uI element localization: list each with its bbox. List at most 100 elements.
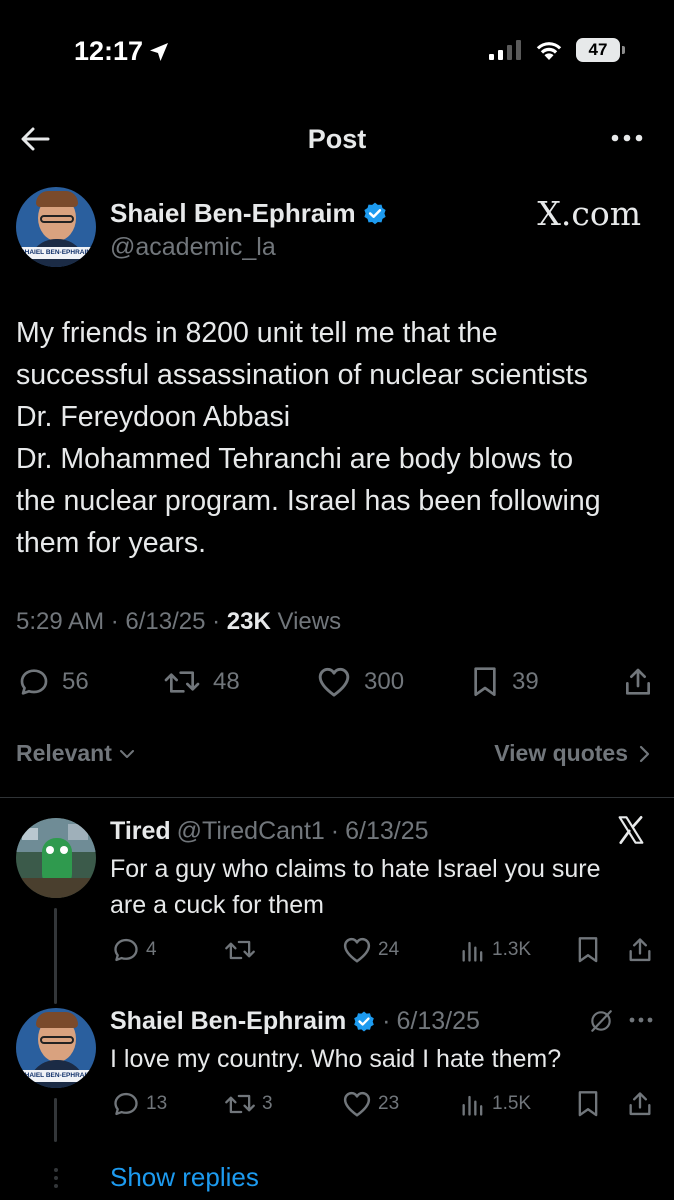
analytics-bars-icon — [462, 1095, 483, 1116]
chevron-down-icon — [119, 749, 134, 758]
reply-views-button[interactable]: 1.5K — [460, 1090, 531, 1118]
repost-icon — [164, 671, 200, 693]
grok-icon[interactable] — [588, 1008, 614, 1034]
like-button[interactable]: 300 — [316, 666, 404, 698]
reply-date[interactable]: 6/13/25 — [397, 1007, 480, 1036]
reply-header: Shaiel Ben-Ephraim · 6/13/25 — [110, 1007, 480, 1036]
more-dots-icon — [629, 1017, 653, 1023]
chevron-right-icon — [639, 745, 650, 762]
section-divider — [0, 797, 674, 798]
verified-badge-icon — [354, 1011, 374, 1031]
bookmark-button[interactable]: 39 — [470, 666, 539, 698]
reply-bubble-icon — [114, 1092, 138, 1116]
reply-repost-button[interactable] — [224, 936, 262, 964]
post-time[interactable]: 5:29 AM — [16, 608, 104, 635]
status-time-text: 12:17 — [74, 36, 144, 66]
repost-button[interactable]: 48 — [163, 666, 240, 698]
reply-bookmark-button[interactable] — [576, 1090, 600, 1118]
reply-text-line: For a guy who claims to hate Israel you … — [110, 855, 601, 883]
reply-share-button[interactable] — [626, 936, 654, 964]
reply-text-line: are a cuck for them — [110, 891, 324, 919]
reply-author-name[interactable]: Shaiel Ben-Ephraim — [110, 1007, 346, 1036]
author-name-row[interactable]: Shaiel Ben-Ephraim — [110, 198, 388, 229]
x-brand-watermark: X.com — [537, 194, 641, 233]
reply-reply-count: 13 — [146, 1093, 168, 1114]
reply-bubble-icon — [20, 669, 48, 695]
separator-dot: · — [382, 1007, 391, 1035]
status-time: 12:17 — [74, 36, 171, 67]
bookmark-icon — [578, 1091, 598, 1117]
author-avatar[interactable]: SHAIEL BEN-EPHRAIM — [16, 187, 96, 267]
more-dots-icon — [611, 134, 643, 142]
heart-icon — [318, 667, 350, 697]
repost-count: 48 — [213, 668, 240, 695]
sort-dropdown[interactable]: Relevant — [16, 740, 136, 767]
reply-views-count: 1.5K — [492, 1093, 532, 1114]
repost-icon — [225, 940, 255, 960]
analytics-bars-icon — [462, 941, 483, 962]
show-replies-link[interactable]: Show replies — [110, 1162, 259, 1193]
reply-avatar[interactable] — [16, 818, 96, 898]
post-text-line: the nuclear program. Israel has been fol… — [16, 485, 601, 517]
reply-reply-button[interactable]: 4 — [112, 936, 157, 964]
separator-dot: · — [330, 817, 340, 845]
reply-author-handle[interactable]: @TiredCant1 — [177, 817, 325, 846]
reply-reply-button[interactable]: 13 — [112, 1090, 167, 1118]
reply-count: 56 — [62, 668, 89, 695]
heart-icon — [343, 1091, 371, 1117]
reply-reply-count: 4 — [146, 939, 157, 960]
view-quotes-link[interactable]: View quotes — [494, 740, 652, 767]
sort-label: Relevant — [16, 740, 112, 766]
verified-badge-icon — [364, 202, 386, 224]
post-text: My friends in 8200 unit tell me that the… — [16, 312, 661, 564]
post-text-line: Dr. Mohammed Tehranchi are body blows to — [16, 443, 574, 475]
battery-indicator: 47 — [576, 38, 625, 62]
reply-header: Tired @TiredCant1 · 6/13/25 — [110, 817, 429, 846]
reply-avatar[interactable]: SHAIEL BEN-EPHRAIM — [16, 1008, 96, 1088]
wifi-icon — [536, 42, 562, 60]
share-icon — [629, 1092, 651, 1116]
post-meta: 5:29 AM · 6/13/25 · 23K Views — [16, 608, 342, 635]
post-date[interactable]: 6/13/25 — [125, 608, 205, 635]
reply-views-count: 1.3K — [492, 939, 532, 960]
reply-author-name[interactable]: Tired — [110, 817, 171, 846]
reply-like-count: 24 — [378, 939, 400, 960]
more-options-button[interactable] — [610, 128, 644, 148]
reply-button[interactable]: 56 — [18, 666, 89, 698]
post-text-line: successful assassination of nuclear scie… — [16, 359, 588, 391]
post-text-line: My friends in 8200 unit tell me that the — [16, 317, 498, 349]
post-text-line: them for years. — [16, 527, 207, 559]
reply-text: For a guy who claims to hate Israel you … — [110, 851, 601, 923]
reply-repost-button[interactable]: 3 — [224, 1090, 273, 1118]
avatar-caption: SHAIEL BEN-EPHRAIM — [16, 1070, 96, 1082]
view-quotes-label: View quotes — [494, 740, 628, 766]
author-name[interactable]: Shaiel Ben-Ephraim — [110, 198, 356, 229]
reply-like-button[interactable]: 24 — [342, 936, 399, 964]
share-icon — [629, 938, 651, 962]
battery-level: 47 — [588, 40, 608, 59]
reply-like-count: 23 — [378, 1093, 400, 1114]
reply-share-button[interactable] — [626, 1090, 654, 1118]
post-views-count: 23K — [226, 608, 271, 635]
thread-continuation-dots-icon — [52, 1166, 60, 1190]
reply-more-button[interactable] — [628, 1014, 654, 1026]
post-text-line: Dr. Fereydoon Abbasi — [16, 401, 291, 433]
reply-like-button[interactable]: 23 — [342, 1090, 399, 1118]
status-icons: 47 — [488, 38, 625, 62]
reply-date[interactable]: 6/13/25 — [345, 817, 428, 846]
repost-icon — [225, 1094, 255, 1114]
reply-text-line: I love my country. Who said I hate them? — [110, 1045, 562, 1073]
reply-bubble-icon — [114, 938, 138, 962]
reply-action-bar: 4 24 1.3K — [0, 936, 674, 966]
reply-bookmark-button[interactable] — [576, 936, 600, 964]
author-handle[interactable]: @academic_la — [110, 233, 276, 262]
share-icon — [626, 668, 650, 695]
bookmark-icon — [474, 667, 496, 696]
page-title: Post — [307, 124, 367, 154]
avatar-caption: SHAIEL BEN-EPHRAIM — [16, 247, 96, 259]
cellular-signal-icon — [489, 40, 521, 60]
share-button[interactable] — [622, 666, 654, 698]
location-arrow-icon — [150, 42, 169, 61]
post-views-label: Views — [277, 608, 342, 635]
reply-views-button[interactable]: 1.3K — [460, 936, 531, 964]
